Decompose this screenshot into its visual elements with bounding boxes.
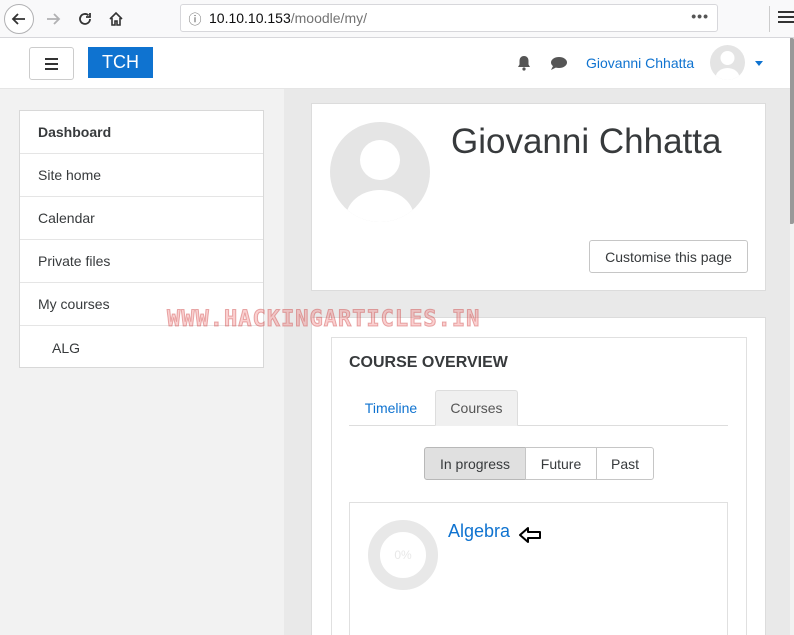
avatar[interactable] bbox=[710, 45, 745, 80]
customise-page-button[interactable]: Customise this page bbox=[589, 240, 748, 273]
arrow-left-icon bbox=[11, 13, 25, 25]
filter-in-progress-button[interactable]: In progress bbox=[424, 447, 526, 480]
reload-button[interactable] bbox=[70, 4, 100, 34]
watermark: WWW.HACKINGARTICLES.IN bbox=[166, 307, 481, 333]
course-overview-title: COURSE OVERVIEW bbox=[349, 354, 508, 371]
nav-item-site-home[interactable]: Site home bbox=[20, 154, 263, 197]
profile-picture bbox=[330, 122, 430, 222]
reload-icon bbox=[79, 13, 91, 25]
nav-item-course-alg[interactable]: ALG bbox=[20, 326, 263, 369]
course-name-link[interactable]: Algebra bbox=[448, 521, 510, 542]
tab-courses[interactable]: Courses bbox=[435, 390, 518, 426]
browser-toolbar: ⓘ 10.10.10.153/moodle/my/ ••• bbox=[0, 0, 794, 38]
filter-past-button[interactable]: Past bbox=[596, 447, 654, 480]
site-navbar: TCH Giovanni Chhatta bbox=[0, 38, 790, 89]
url-bar[interactable]: ⓘ 10.10.10.153/moodle/my/ ••• bbox=[180, 4, 718, 32]
filter-future-button[interactable]: Future bbox=[525, 447, 597, 480]
nav-item-dashboard[interactable]: Dashboard bbox=[20, 111, 263, 154]
chat-icon[interactable] bbox=[549, 53, 569, 73]
back-button[interactable] bbox=[4, 4, 34, 34]
site-brand[interactable]: TCH bbox=[88, 47, 153, 78]
nav-item-private-files[interactable]: Private files bbox=[20, 240, 263, 283]
caret-down-icon[interactable] bbox=[755, 61, 763, 66]
home-icon bbox=[109, 11, 123, 26]
url-host: 10.10.10.153 bbox=[209, 10, 291, 26]
bell-icon[interactable] bbox=[514, 53, 534, 73]
course-progress-chart: 0% bbox=[368, 520, 438, 590]
arrow-pointer-icon bbox=[519, 527, 541, 543]
toolbar-divider bbox=[769, 6, 770, 32]
home-button[interactable] bbox=[101, 4, 131, 34]
browser-menu-icon[interactable] bbox=[778, 8, 794, 30]
forward-button[interactable] bbox=[38, 4, 68, 34]
drawer-toggle-button[interactable] bbox=[29, 47, 74, 80]
tab-timeline[interactable]: Timeline bbox=[349, 390, 433, 426]
course-progress-label: 0% bbox=[394, 548, 412, 562]
page-title: Giovanni Chhatta bbox=[451, 122, 722, 161]
info-icon[interactable]: ⓘ bbox=[181, 9, 209, 28]
url-path: /moodle/my/ bbox=[290, 10, 367, 26]
page-actions-icon[interactable]: ••• bbox=[691, 8, 709, 24]
user-menu-name[interactable]: Giovanni Chhatta bbox=[586, 55, 694, 71]
nav-item-calendar[interactable]: Calendar bbox=[20, 197, 263, 240]
course-filter-group: In progress Future Past bbox=[424, 447, 654, 480]
arrow-right-icon bbox=[47, 13, 61, 25]
